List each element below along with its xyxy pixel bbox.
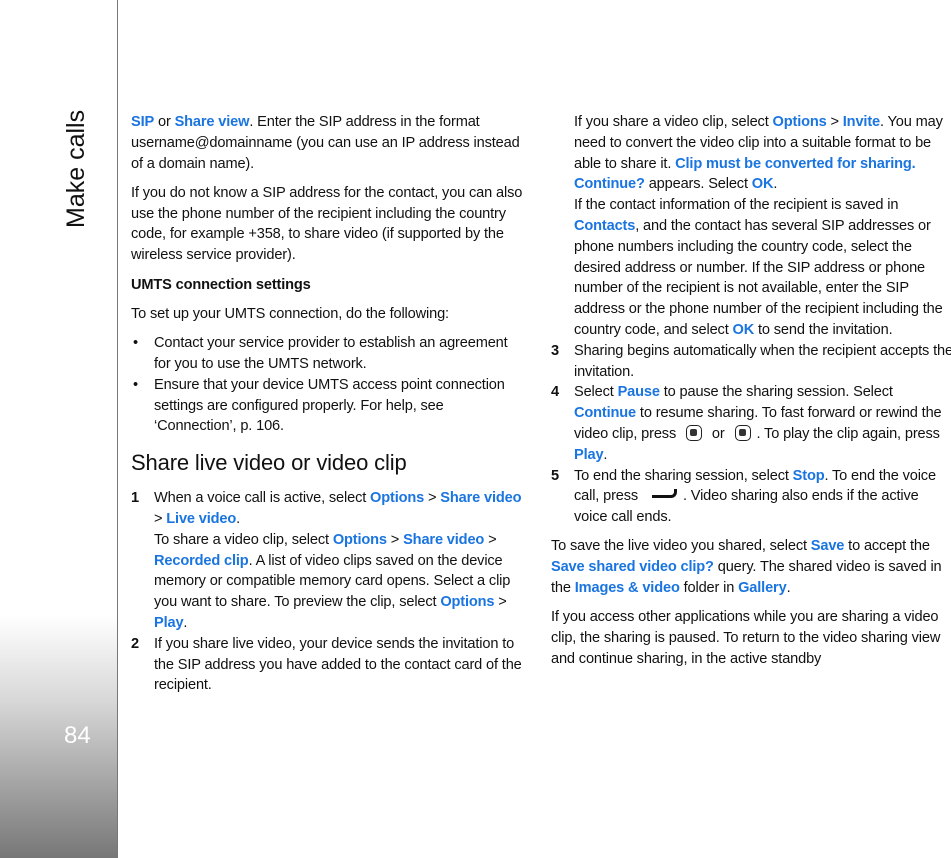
- text: If the contact information of the recipi…: [574, 197, 899, 214]
- text: If you share live video, your device sen…: [154, 635, 522, 694]
- step-number: 2: [131, 635, 139, 652]
- text: To save the live video you shared, selec…: [551, 538, 811, 555]
- paragraph: SIP or Share view. Enter the SIP address…: [131, 112, 527, 174]
- text: To set up your UMTS connection, do the f…: [131, 305, 449, 322]
- text: to pause the sharing session. Select: [659, 384, 893, 401]
- text: .: [183, 614, 188, 631]
- menu-term: Options: [332, 531, 387, 548]
- menu-term: Live video: [166, 510, 237, 527]
- menu-term: Stop: [792, 467, 825, 484]
- menu-term: Options: [440, 594, 495, 611]
- menu-term: Options: [370, 490, 425, 507]
- menu-term: Save: [810, 538, 845, 555]
- text: When a voice call is active, select: [154, 490, 371, 507]
- text: Share live video or video clip: [131, 450, 407, 476]
- scroll-up-key-icon: [686, 424, 702, 441]
- menu-term: Gallery: [738, 580, 787, 597]
- paragraph: If you access other applications while y…: [551, 607, 951, 669]
- step-number: 5: [551, 467, 559, 484]
- bullet-item: Ensure that your device UMTS access poin…: [131, 375, 527, 437]
- bullet-item: Contact your service provider to establi…: [131, 333, 527, 375]
- text: To end the sharing session, select: [574, 467, 793, 484]
- text: Select: [574, 384, 618, 401]
- text: Ensure that your device UMTS access poin…: [154, 376, 505, 435]
- menu-term: Contacts: [574, 217, 636, 234]
- menu-term: Pause: [617, 384, 660, 401]
- text: , and the contact has several SIP addres…: [574, 217, 943, 338]
- menu-term: Images & video: [574, 580, 680, 597]
- menu-term: SIP: [131, 114, 155, 130]
- menu-term: Play: [154, 614, 184, 631]
- numbered-step: 1 When a voice call is active, select Opt…: [131, 488, 527, 530]
- menu-term: Share video: [403, 531, 485, 548]
- menu-term: Share video: [440, 490, 522, 507]
- chapter-sidebar: Make calls 84: [0, 0, 118, 858]
- text: If you do not know a SIP address for the…: [131, 184, 523, 264]
- text: UMTS connection settings: [131, 276, 311, 293]
- menu-term: OK: [732, 321, 755, 338]
- menu-term: Play: [574, 446, 604, 463]
- chapter-title: Make calls: [62, 109, 90, 228]
- text: .: [786, 580, 791, 597]
- text: or: [708, 425, 729, 442]
- page-number: 84: [64, 722, 91, 749]
- text: >: [484, 531, 497, 548]
- step-number: 4: [551, 384, 559, 401]
- menu-term: Continue: [574, 405, 637, 422]
- text: >: [424, 490, 441, 507]
- paragraph: To set up your UMTS connection, do the f…: [131, 304, 527, 325]
- menu-term: Share view: [174, 114, 250, 130]
- menu-term: OK: [751, 176, 774, 193]
- text: >: [154, 510, 167, 527]
- text: If you share a video clip, select: [574, 114, 773, 130]
- text: Contact your service provider to establi…: [154, 335, 508, 372]
- step-paragraph: If you share a video clip, select Option…: [551, 112, 951, 195]
- end-key-icon: [651, 489, 677, 499]
- menu-term: Invite: [842, 114, 880, 130]
- left-column: SIP or Share view. Enter the SIP address…: [131, 112, 527, 705]
- text: >: [386, 531, 404, 548]
- numbered-step: 3 Sharing begins automatically when the r…: [551, 341, 951, 383]
- menu-term: Options: [772, 114, 827, 130]
- text: Sharing begins automatically when the re…: [574, 342, 951, 380]
- numbered-step: 5 To end the sharing session, select Stop…: [551, 466, 951, 528]
- text: or: [154, 114, 175, 130]
- subheading: UMTS connection settings: [131, 275, 527, 296]
- menu-term: Recorded clip: [154, 552, 249, 569]
- step-paragraph: If the contact information of the recipi…: [551, 195, 951, 341]
- text: .: [603, 446, 608, 463]
- paragraph: If you do not know a SIP address for the…: [131, 183, 527, 266]
- text: .: [773, 176, 778, 193]
- paragraph: To save the live video you shared, selec…: [551, 536, 951, 598]
- text: If you access other applications while y…: [551, 609, 941, 667]
- section-heading: Share live video or video clip: [131, 450, 527, 476]
- numbered-step: 4 Select Pause to pause the sharing sessi…: [551, 382, 951, 465]
- text: .: [236, 510, 241, 527]
- step-number: 1: [131, 490, 139, 507]
- text: to accept the: [844, 538, 930, 555]
- text: folder in: [679, 580, 739, 597]
- text: To share a video clip, select: [154, 531, 333, 548]
- numbered-step: 2 If you share live video, your device se…: [131, 634, 527, 696]
- step-paragraph: To share a video clip, select Options > …: [131, 530, 527, 634]
- text: . To play the clip again, press: [756, 425, 940, 442]
- menu-term: Save shared video clip?: [551, 559, 714, 576]
- text: appears. Select: [644, 176, 752, 193]
- text: >: [494, 594, 507, 611]
- text: >: [826, 114, 843, 130]
- step-number: 3: [551, 342, 559, 359]
- text: to send the invitation.: [754, 321, 893, 338]
- scroll-down-key-icon: [734, 424, 751, 441]
- right-column: If you share a video clip, select Option…: [551, 112, 951, 678]
